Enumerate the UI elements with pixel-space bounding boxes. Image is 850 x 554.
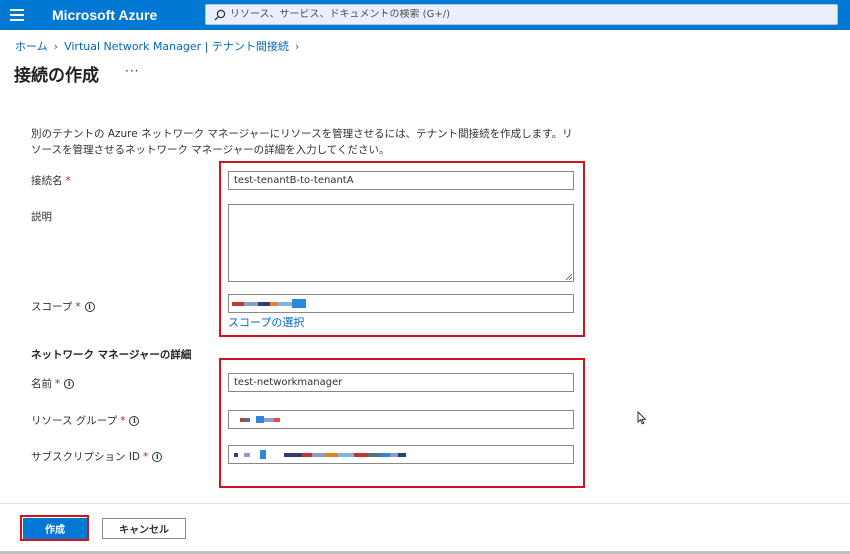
description-label-text: 説明 [31, 211, 52, 223]
page-title: 接続の作成 [14, 66, 99, 86]
more-options-button[interactable]: ··· [125, 64, 139, 78]
name-label: 名前 * i [31, 376, 75, 391]
redacted-scope-value [232, 294, 306, 313]
chevron-right-icon: › [53, 39, 59, 53]
connection-name-label-text: 接続名 [31, 175, 63, 187]
select-scope-link[interactable]: スコープの選択 [228, 314, 304, 330]
cancel-button[interactable]: キャンセル [102, 518, 186, 539]
redacted-resource-group-value [240, 410, 280, 429]
page-description: 別のテナントの Azure ネットワーク マネージャーにリソースを管理させるには… [31, 128, 573, 156]
redacted-subscription-value [234, 445, 406, 464]
description-label: 説明 [31, 209, 52, 224]
info-icon[interactable]: i [129, 415, 140, 426]
name-label-text: 名前 [31, 378, 52, 390]
subscription-id-label: サブスクリプション ID * i [31, 449, 163, 464]
resize-grip-icon[interactable] [566, 274, 572, 280]
connection-name-field[interactable] [228, 171, 574, 190]
scope-label-text: スコープ [31, 301, 73, 313]
scope-label: スコープ * i [31, 299, 95, 314]
required-marker: * [120, 414, 126, 427]
breadcrumb-vnm-link[interactable]: Virtual Network Manager | テナント間接続 [64, 38, 289, 54]
resource-group-label-text: リソース グループ [31, 415, 118, 427]
breadcrumb-home-link[interactable]: ホーム [15, 38, 48, 54]
mouse-pointer-icon [637, 411, 647, 425]
subscription-id-label-text: サブスクリプション ID [31, 451, 141, 463]
required-marker: * [55, 377, 61, 390]
required-marker: * [65, 174, 71, 187]
resource-group-label: リソース グループ * i [31, 413, 140, 428]
global-search[interactable] [205, 4, 838, 25]
connection-name-label: 接続名 * [31, 173, 71, 188]
breadcrumb: ホーム › Virtual Network Manager | テナント間接続 … [15, 38, 305, 54]
required-marker: * [143, 450, 149, 463]
network-manager-details-heading: ネットワーク マネージャーの詳細 [31, 349, 192, 361]
info-icon[interactable]: i [84, 301, 95, 312]
info-icon[interactable]: i [152, 451, 163, 462]
top-bar: Microsoft Azure [0, 0, 850, 30]
required-marker: * [75, 300, 81, 313]
info-icon[interactable]: i [64, 378, 75, 389]
footer-divider [0, 503, 850, 504]
search-icon [214, 9, 226, 20]
brand-title[interactable]: Microsoft Azure [52, 7, 157, 23]
create-button[interactable]: 作成 [23, 518, 87, 539]
menu-icon[interactable] [10, 9, 24, 21]
network-manager-name-field[interactable] [228, 373, 574, 392]
search-input[interactable] [230, 9, 830, 20]
chevron-right-icon: › [294, 39, 300, 53]
description-field[interactable] [228, 204, 574, 282]
